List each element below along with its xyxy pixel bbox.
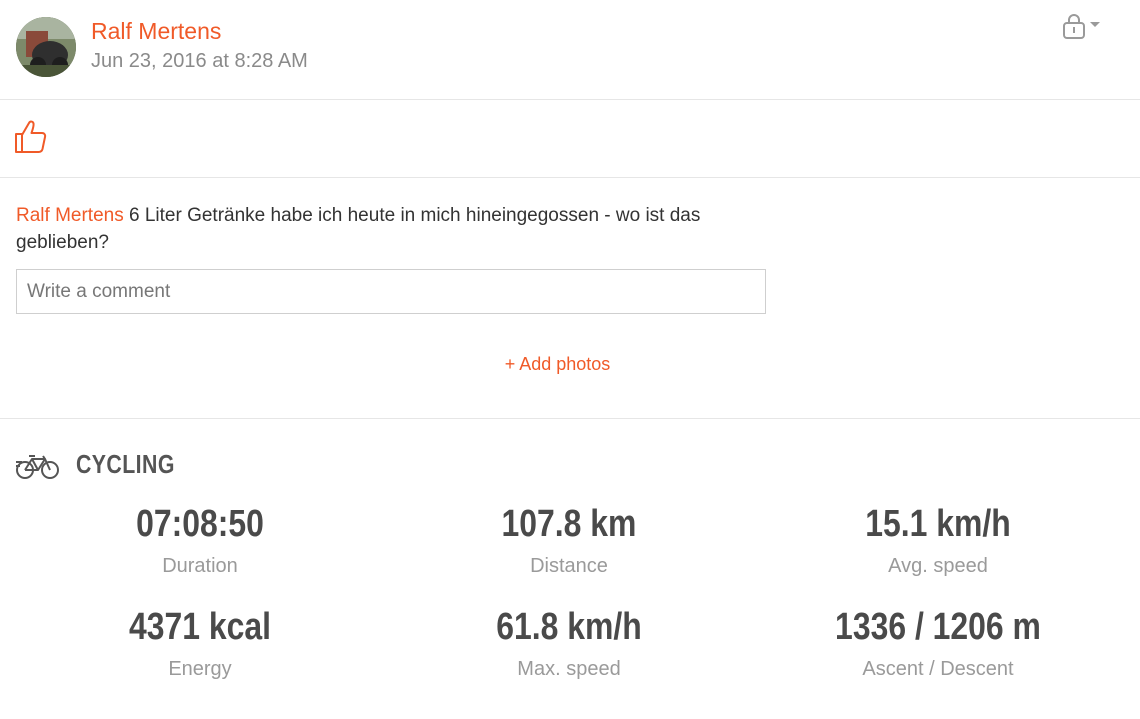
- workout-stats: CYCLING 07:08:50 Duration 107.8 km Dista…: [0, 419, 1140, 719]
- sport-title: CYCLING: [76, 449, 175, 479]
- stat-ascent-descent: 1336 / 1206 m Ascent / Descent: [788, 606, 1088, 680]
- stat-label: Max. speed: [517, 658, 621, 680]
- post-date: Jun 23, 2016 at 8:28 AM: [91, 50, 308, 72]
- stat-avg-speed: 15.1 km/h Avg. speed: [788, 503, 1088, 577]
- comments-section: Ralf Mertens 6 Liter Getränke habe ich h…: [0, 178, 1140, 419]
- thumbs-up-icon: [15, 120, 47, 153]
- stat-value: 07:08:50: [136, 503, 264, 545]
- bicycle-icon: [16, 452, 60, 480]
- stat-value: 4371 kcal: [128, 606, 272, 648]
- stat-label: Energy: [168, 658, 232, 680]
- stat-value: 61.8 km/h: [496, 606, 642, 648]
- user-name[interactable]: Ralf Mertens: [91, 18, 221, 45]
- comment-author[interactable]: Ralf Mertens: [16, 205, 124, 226]
- stat-max-speed: 61.8 km/h Max. speed: [419, 606, 719, 680]
- like-button[interactable]: [14, 119, 48, 155]
- post-header: Ralf Mertens Jun 23, 2016 at 8:28 AM: [0, 0, 1140, 100]
- privacy-dropdown[interactable]: [1060, 12, 1104, 40]
- stat-label: Distance: [530, 555, 608, 577]
- avatar[interactable]: [16, 17, 76, 77]
- comment-item: Ralf Mertens 6 Liter Getränke habe ich h…: [16, 202, 776, 256]
- stat-duration: 07:08:50 Duration: [50, 503, 350, 577]
- workout-post: Ralf Mertens Jun 23, 2016 at 8:28 AM Ral…: [0, 0, 1140, 719]
- like-row: [0, 100, 1140, 178]
- add-photos-link[interactable]: + Add photos: [0, 354, 1115, 375]
- stat-value: 15.1 km/h: [865, 503, 1011, 545]
- chevron-down-icon: [1090, 22, 1100, 27]
- stat-label: Ascent / Descent: [862, 658, 1014, 680]
- lock-icon: [1063, 14, 1100, 39]
- stat-value: 1336 / 1206 m: [835, 606, 1041, 648]
- comment-input[interactable]: [16, 269, 766, 314]
- stat-label: Duration: [162, 555, 238, 577]
- stat-value: 107.8 km: [501, 503, 637, 545]
- stat-distance: 107.8 km Distance: [419, 503, 719, 577]
- stat-label: Avg. speed: [888, 555, 988, 577]
- stat-energy: 4371 kcal Energy: [50, 606, 350, 680]
